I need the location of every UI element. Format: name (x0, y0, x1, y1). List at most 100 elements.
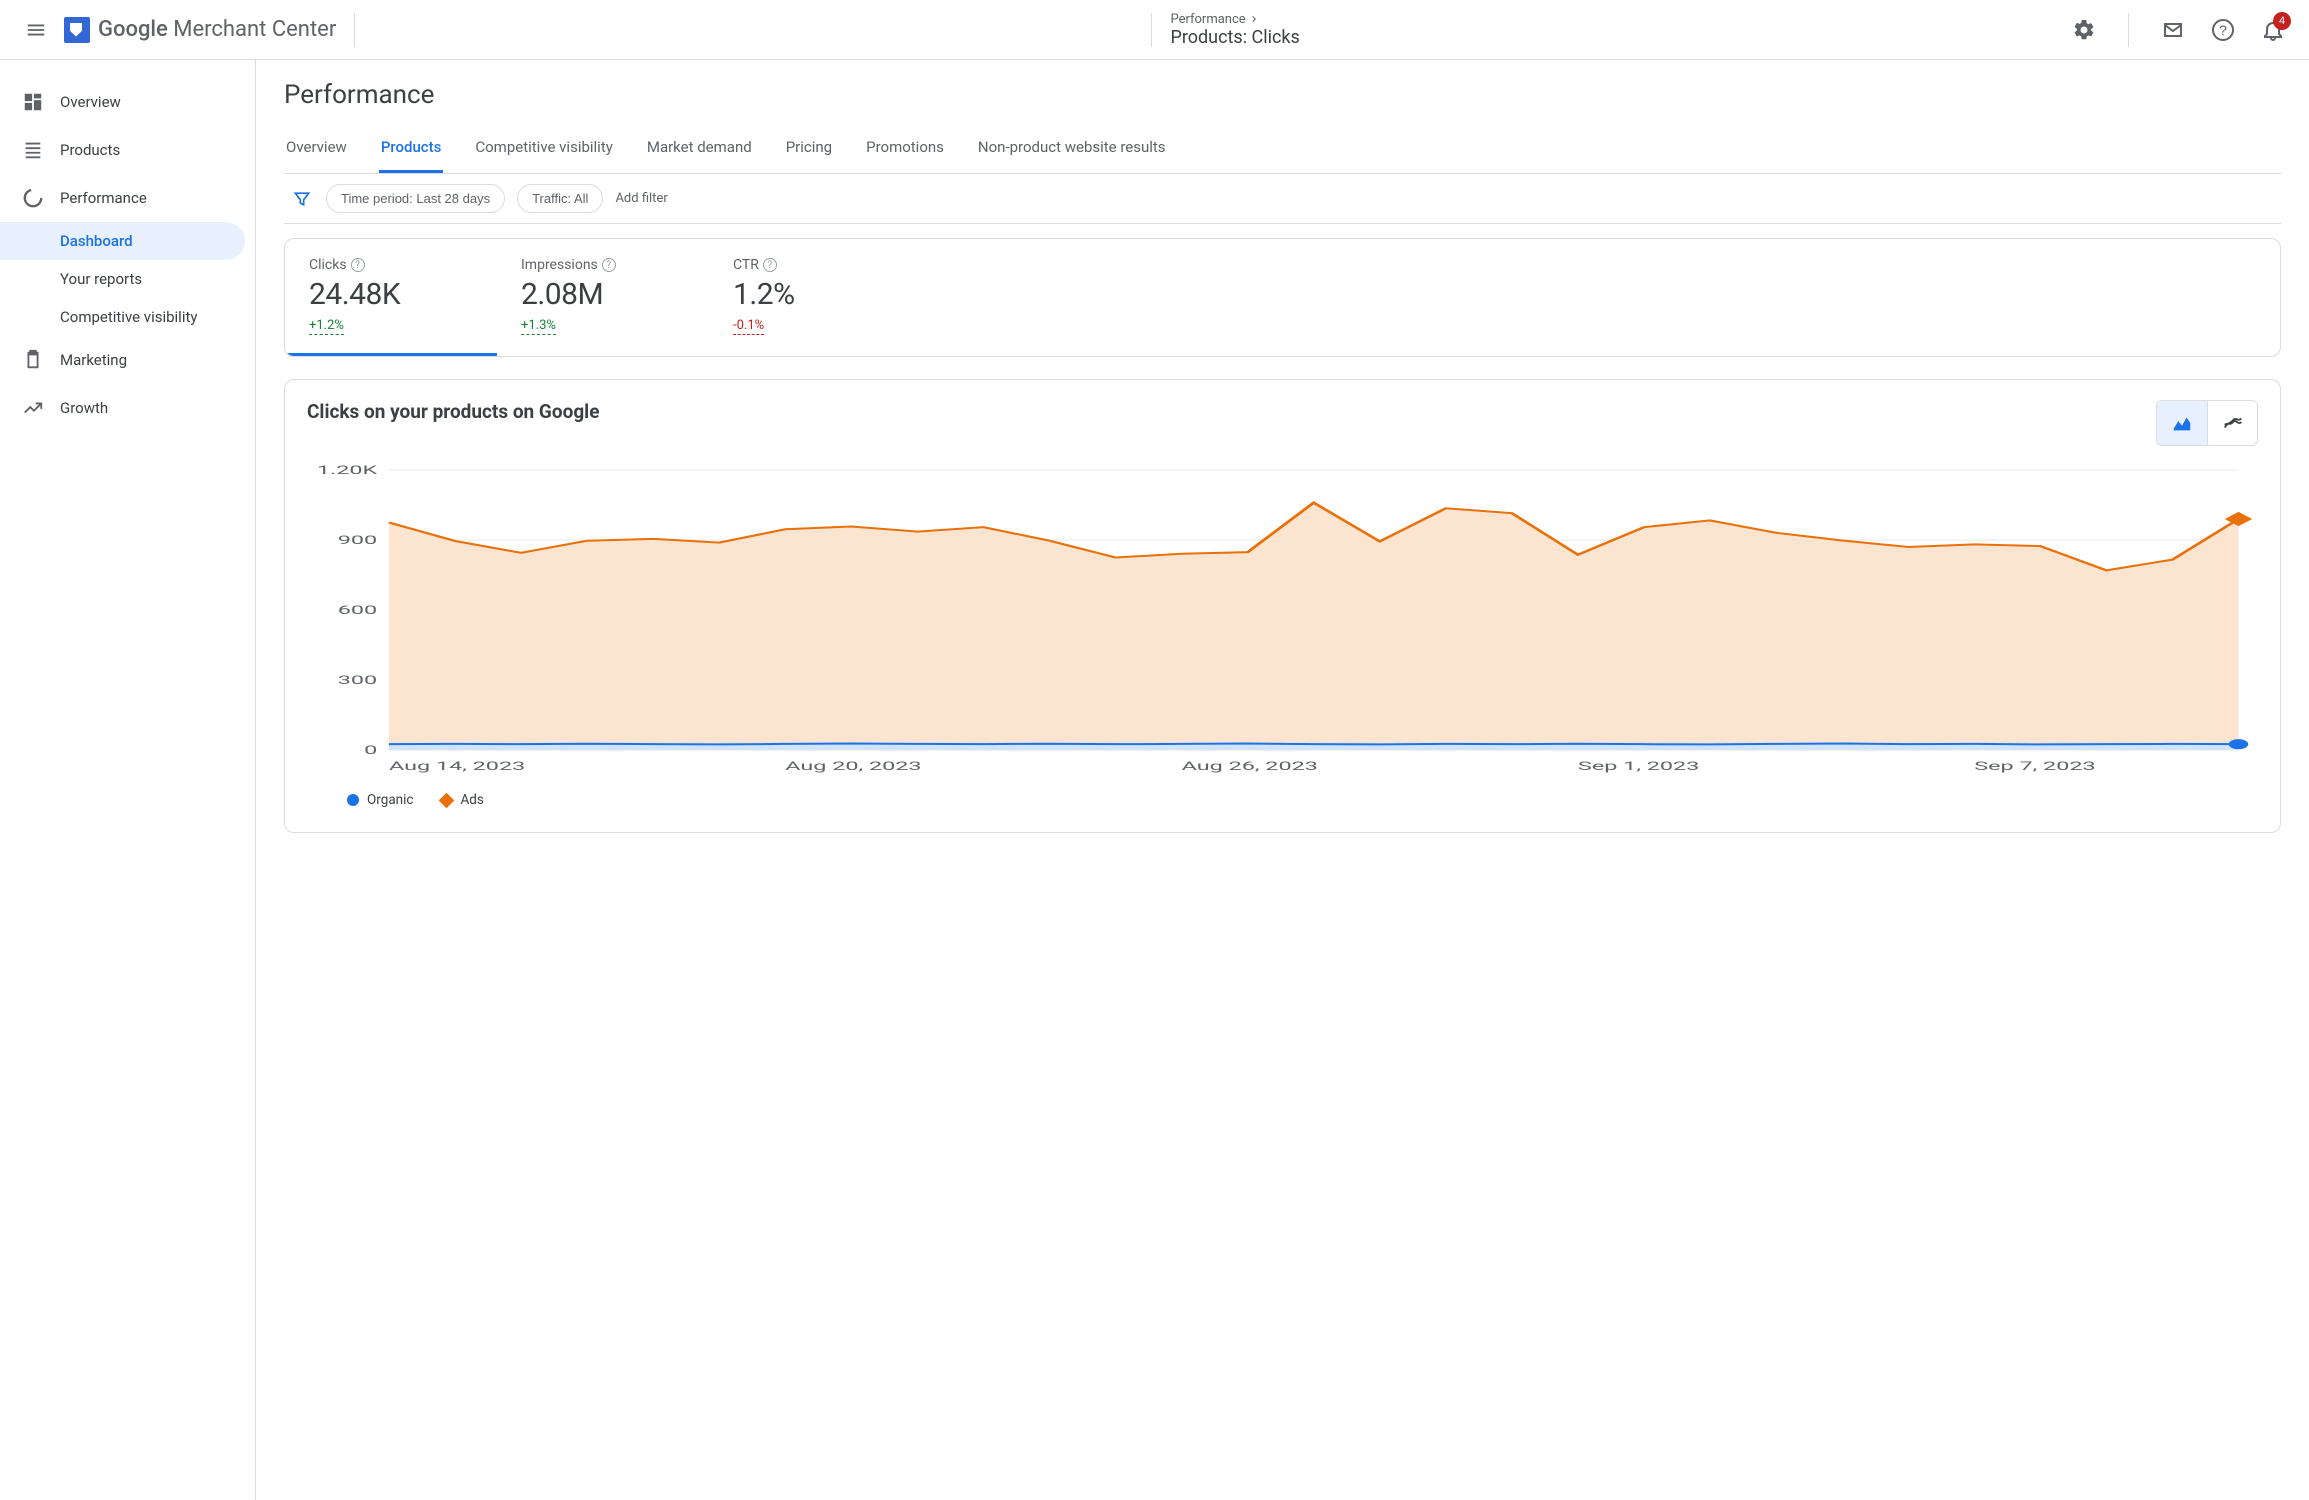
mail-button[interactable] (2149, 6, 2197, 54)
breadcrumb[interactable]: Performance Products: Clicks (1170, 12, 1299, 48)
svg-text:Aug 26, 2023: Aug 26, 2023 (1182, 759, 1318, 773)
sidebar-sub-your-reports[interactable]: Your reports (0, 260, 245, 298)
metric-value: 24.48K (309, 277, 473, 312)
svg-text:900: 900 (338, 533, 377, 547)
tab-overview[interactable]: Overview (284, 128, 349, 173)
chart-toggle-area[interactable] (2157, 401, 2207, 445)
svg-text:Sep 7, 2023: Sep 7, 2023 (1974, 759, 2095, 773)
tab-promotions[interactable]: Promotions (864, 128, 946, 173)
logo[interactable]: Google Merchant Center (64, 17, 336, 43)
merchant-center-logo-icon (64, 17, 90, 43)
chevron-right-icon (1248, 13, 1260, 25)
add-filter-button[interactable]: Add filter (615, 191, 667, 206)
metrics-card: Clicks ? 24.48K +1.2% Impressions ? 2.08… (284, 238, 2281, 357)
sidebar-item-label: Products (60, 141, 120, 159)
main-menu-button[interactable] (12, 6, 60, 54)
svg-text:Aug 14, 2023: Aug 14, 2023 (389, 759, 525, 773)
svg-text:?: ? (2219, 22, 2227, 38)
area-chart-icon (2171, 412, 2193, 434)
page-title: Performance (284, 80, 2281, 110)
legend-marker-circle (347, 794, 359, 806)
svg-text:Aug 20, 2023: Aug 20, 2023 (785, 759, 921, 773)
svg-text:0: 0 (364, 743, 377, 757)
clipboard-icon (22, 349, 44, 371)
help-icon[interactable]: ? (763, 258, 777, 272)
donut-icon (22, 187, 44, 209)
legend-ads[interactable]: Ads (441, 792, 483, 808)
filter-icon[interactable] (290, 187, 314, 211)
help-button[interactable]: ? (2199, 6, 2247, 54)
sidebar-item-performance[interactable]: Performance (0, 174, 255, 222)
chart-title: Clicks on your products on Google (307, 400, 599, 423)
multiline-chart-icon (2222, 412, 2244, 434)
tab-competitive-visibility[interactable]: Competitive visibility (473, 128, 614, 173)
settings-button[interactable] (2060, 6, 2108, 54)
legend-label: Organic (367, 792, 413, 808)
mail-icon (2161, 18, 2185, 42)
metric-value: 1.2% (733, 277, 897, 312)
sidebar-item-label: Marketing (60, 351, 127, 369)
metric-label: Clicks ? (309, 257, 473, 273)
sidebar-sub-label: Dashboard (60, 232, 133, 250)
notifications-button[interactable]: 4 (2249, 6, 2297, 54)
metric-delta: +1.2% (309, 318, 344, 335)
sidebar-item-growth[interactable]: Growth (0, 384, 255, 432)
metric-value: 2.08M (521, 277, 685, 312)
trending-up-icon (22, 397, 44, 419)
legend-marker-diamond (439, 792, 455, 808)
chart-card: Clicks on your products on Google 030060… (284, 379, 2281, 833)
sidebar: Overview Products Performance Dashboard … (0, 60, 256, 1500)
header-actions: ? 4 (2060, 6, 2297, 54)
notification-badge: 4 (2273, 12, 2291, 30)
help-icon: ? (2211, 18, 2235, 42)
svg-text:Sep 1, 2023: Sep 1, 2023 (1578, 759, 1699, 773)
tab-market-demand[interactable]: Market demand (645, 128, 754, 173)
metric-impressions[interactable]: Impressions ? 2.08M +1.3% (497, 239, 709, 356)
sidebar-sub-label: Your reports (60, 270, 142, 288)
help-icon[interactable]: ? (602, 258, 616, 272)
chart-area: 03006009001.20KAug 14, 2023Aug 20, 2023A… (307, 460, 2258, 812)
svg-text:300: 300 (338, 673, 377, 687)
legend-organic[interactable]: Organic (347, 792, 413, 808)
metric-ctr[interactable]: CTR ? 1.2% -0.1% (709, 239, 921, 356)
tabbar: Overview Products Competitive visibility… (284, 128, 2281, 174)
main-content: Performance Overview Products Competitiv… (256, 60, 2309, 1500)
logo-text: Google Merchant Center (98, 17, 336, 42)
sidebar-sub-competitive-visibility[interactable]: Competitive visibility (0, 298, 245, 336)
legend-label: Ads (460, 792, 483, 808)
sidebar-item-marketing[interactable]: Marketing (0, 336, 255, 384)
header-divider (1151, 13, 1152, 47)
dashboard-icon (22, 91, 44, 113)
hamburger-icon (25, 19, 47, 41)
chart-type-toggle (2156, 400, 2258, 446)
breadcrumb-bottom: Products: Clicks (1170, 27, 1299, 48)
chart-svg: 03006009001.20KAug 14, 2023Aug 20, 2023A… (307, 460, 2258, 780)
sidebar-item-label: Overview (60, 93, 121, 111)
tab-products[interactable]: Products (379, 128, 444, 173)
tab-non-product-website-results[interactable]: Non-product website results (976, 128, 1168, 173)
metric-delta: +1.3% (521, 318, 556, 335)
sidebar-item-products[interactable]: Products (0, 126, 255, 174)
filter-row: Time period: Last 28 days Traffic: All A… (284, 174, 2281, 224)
chart-toggle-line[interactable] (2207, 401, 2257, 445)
metric-label: Impressions ? (521, 257, 685, 273)
filter-chip-time-period[interactable]: Time period: Last 28 days (326, 184, 505, 213)
metric-label: CTR ? (733, 257, 897, 273)
sidebar-item-overview[interactable]: Overview (0, 78, 255, 126)
sidebar-sub-dashboard[interactable]: Dashboard (0, 222, 245, 260)
global-header: Google Merchant Center Performance Produ… (0, 0, 2309, 60)
sidebar-item-label: Performance (60, 189, 147, 207)
breadcrumb-top: Performance (1170, 12, 1245, 27)
filter-chip-traffic[interactable]: Traffic: All (517, 184, 603, 213)
metric-delta: -0.1% (733, 318, 764, 335)
sidebar-sub-label: Competitive visibility (60, 308, 197, 326)
header-divider (354, 13, 355, 47)
sidebar-item-label: Growth (60, 399, 108, 417)
gear-icon (2072, 18, 2096, 42)
header-divider (2128, 13, 2129, 47)
tab-pricing[interactable]: Pricing (784, 128, 834, 173)
metric-clicks[interactable]: Clicks ? 24.48K +1.2% (285, 239, 497, 356)
help-icon[interactable]: ? (351, 258, 365, 272)
list-icon (22, 139, 44, 161)
svg-text:1.20K: 1.20K (317, 463, 378, 477)
